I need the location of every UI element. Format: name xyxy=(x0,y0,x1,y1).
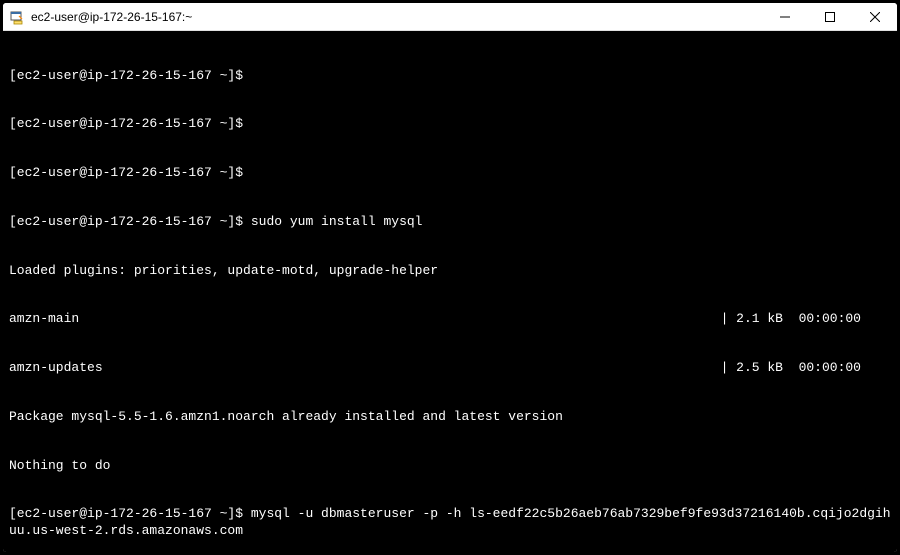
maximize-icon xyxy=(825,12,835,22)
repo-info: | 2.5 kB 00:00:00 xyxy=(721,360,891,376)
window-frame: ec2-user@ip-172-26-15-167:~ [ec2-user@ip… xyxy=(3,3,897,552)
window-controls xyxy=(762,3,897,30)
minimize-icon xyxy=(780,12,790,22)
terminal-line: amzn-updates | 2.5 kB 00:00:00 xyxy=(9,360,891,376)
terminal-line: [ec2-user@ip-172-26-15-167 ~]$ xyxy=(9,165,891,181)
terminal-line: Loaded plugins: priorities, update-motd,… xyxy=(9,263,891,279)
terminal-line: [ec2-user@ip-172-26-15-167 ~]$ xyxy=(9,116,891,132)
terminal-line: [ec2-user@ip-172-26-15-167 ~]$ mysql -u … xyxy=(9,506,891,539)
minimize-button[interactable] xyxy=(762,3,807,30)
titlebar[interactable]: ec2-user@ip-172-26-15-167:~ xyxy=(3,3,897,31)
window-title: ec2-user@ip-172-26-15-167:~ xyxy=(31,10,762,24)
repo-info: | 2.1 kB 00:00:00 xyxy=(721,311,891,327)
close-icon xyxy=(870,12,880,22)
terminal-line: [ec2-user@ip-172-26-15-167 ~]$ sudo yum … xyxy=(9,214,891,230)
close-button[interactable] xyxy=(852,3,897,30)
terminal-line: Nothing to do xyxy=(9,458,891,474)
putty-icon xyxy=(9,9,25,25)
terminal-pane[interactable]: [ec2-user@ip-172-26-15-167 ~]$ [ec2-user… xyxy=(3,31,897,552)
repo-name: amzn-updates xyxy=(9,360,103,376)
terminal-line: Package mysql-5.5-1.6.amzn1.noarch alrea… xyxy=(9,409,891,425)
terminal-line: [ec2-user@ip-172-26-15-167 ~]$ xyxy=(9,68,891,84)
repo-name: amzn-main xyxy=(9,311,79,327)
terminal-line: amzn-main | 2.1 kB 00:00:00 xyxy=(9,311,891,327)
maximize-button[interactable] xyxy=(807,3,852,30)
